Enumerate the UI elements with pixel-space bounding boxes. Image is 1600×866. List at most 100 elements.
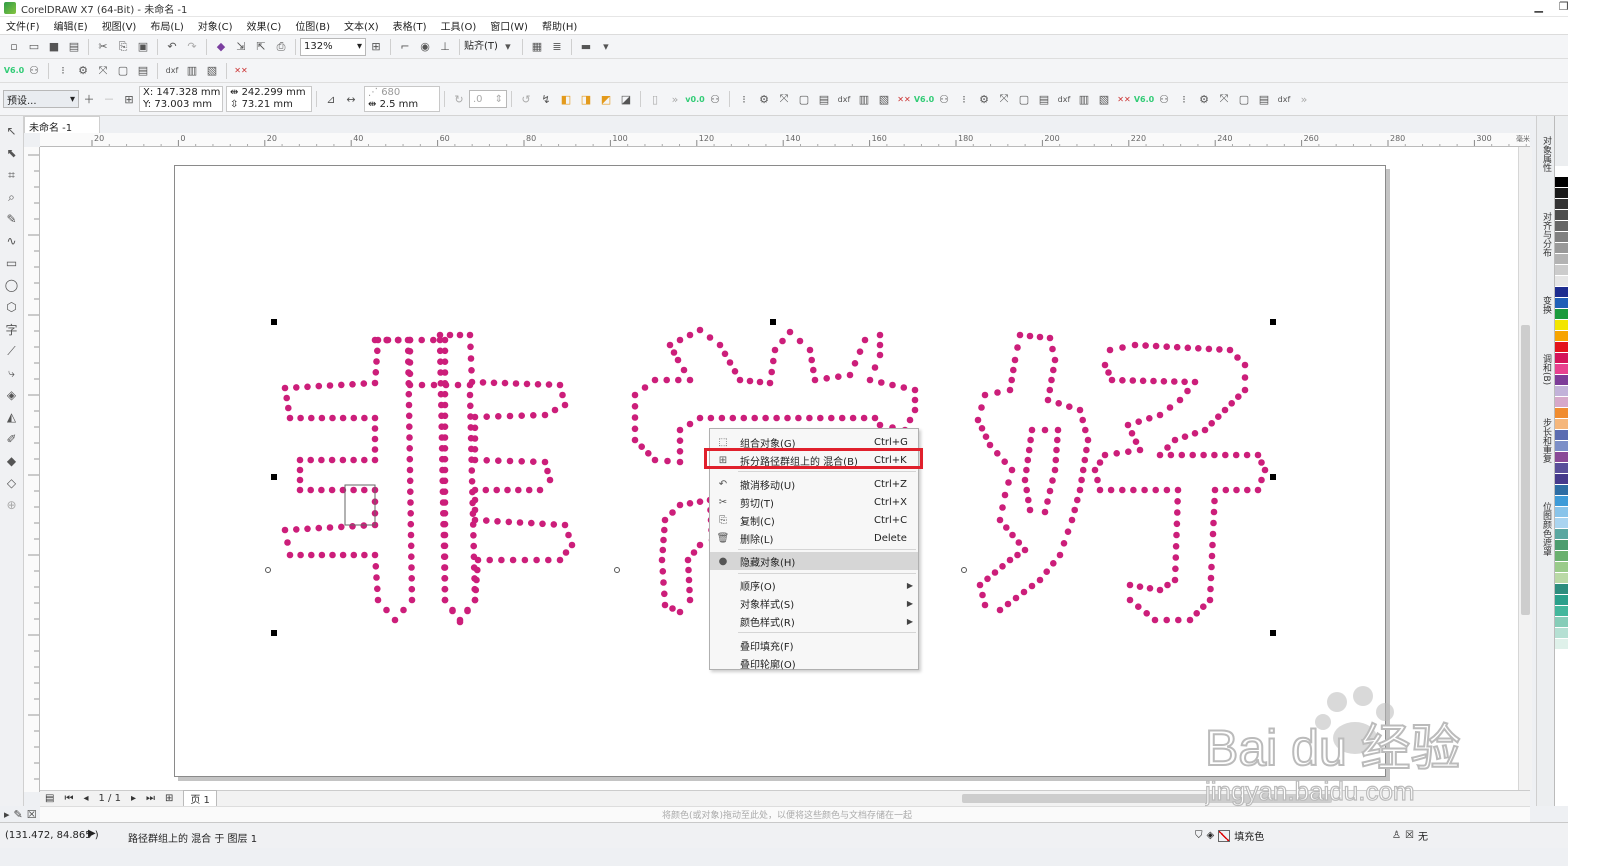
connector-tool-icon[interactable]: ⤷ [2,362,22,384]
color-swatch[interactable] [1555,584,1568,595]
color-swatch[interactable] [1555,342,1568,353]
delete-tool-icon[interactable]: ✕✕ [894,89,914,109]
blend-steps-input[interactable]: ⋰ 680 [368,87,436,99]
color-swatch[interactable] [1555,309,1568,320]
layers-icon[interactable]: ▧ [202,61,222,81]
menu-window[interactable]: 窗口(W) [490,18,528,33]
pick-tool-icon[interactable]: ↖ [2,120,22,142]
remove-preset-icon[interactable]: － [99,89,119,109]
color-swatch[interactable] [1555,375,1568,386]
layers-icon[interactable]: ▧ [1094,89,1114,109]
crop-tool-icon[interactable]: ⌗ [2,164,22,186]
color-swatch[interactable] [1555,397,1568,408]
full-screen-icon[interactable]: ⊞ [366,37,386,57]
context-menu-item[interactable]: 叠印填充(F) [710,636,918,654]
selection-handle[interactable] [1270,630,1276,636]
context-menu-item[interactable]: ✂ 剪切(T) Ctrl+X [710,493,918,511]
selection-handle[interactable] [1270,319,1276,325]
eyedropper-icon[interactable]: ✎ [14,808,23,821]
selection-handle[interactable] [770,319,776,325]
first-page-icon[interactable]: ⏮ [64,793,73,804]
context-menu-item[interactable]: 顺序(O) ▶ [710,576,918,594]
scale-tool-icon[interactable]: ⤧ [1214,89,1234,109]
color-swatch[interactable] [1555,639,1568,650]
align-tool-icon[interactable]: ⁝ [53,61,73,81]
x-position-input[interactable]: X: 147.328 mm [143,87,220,99]
stack-tool-icon[interactable]: ▤ [1034,89,1054,109]
application-launcher-icon[interactable]: ≣ [547,37,567,57]
stack-tool-icon[interactable]: ▤ [814,89,834,109]
ellipse-tool-icon[interactable]: ◯ [2,274,22,296]
zoom-tool-icon[interactable]: ⌕ [2,186,22,208]
object-origin-icon[interactable]: ⊞ [119,89,139,109]
color-swatch[interactable] [1555,617,1568,628]
color-swatch[interactable] [1555,166,1568,177]
selection-handle[interactable] [1270,474,1276,480]
color-swatch[interactable] [1555,265,1568,276]
docker-tab-bitmap-color-mask[interactable]: 位图颜色遮罩 [1539,502,1552,556]
add-tool-icon[interactable]: ⊕ [2,494,22,516]
play-icon[interactable]: ▸ [4,808,10,821]
color-swatch[interactable] [1555,485,1568,496]
menu-object[interactable]: 对象(C) [198,18,233,33]
cut-icon[interactable]: ✂ [93,37,113,57]
loop-blend-icon[interactable]: ↺ [516,89,536,109]
menu-view[interactable]: 视图(V) [102,18,137,33]
context-menu-item[interactable]: ● 隐藏对象(H) [710,552,918,570]
rectangle-tool-icon[interactable]: ▭ [2,252,22,274]
vector-plugin-icon[interactable]: V6.0 [4,61,24,81]
color-swatch[interactable] [1555,595,1568,606]
clockwise-blend-icon[interactable]: ◨ [576,89,596,109]
color-swatch[interactable] [1555,562,1568,573]
prev-page-icon[interactable]: ◂ [83,793,88,804]
chevron-down-icon[interactable]: ▾ [498,37,518,57]
shape-edit-tool-icon[interactable]: ⬉ [2,142,22,164]
blend-angle-input[interactable]: .0 ⇕ [469,90,507,108]
context-menu-item[interactable]: ↶ 撤消移动(U) Ctrl+Z [710,475,918,493]
object-node[interactable] [614,567,620,573]
play-icon[interactable]: ▶ [88,828,96,839]
color-swatch[interactable] [1555,452,1568,463]
direct-blend-icon[interactable]: ◧ [556,89,576,109]
selection-handle[interactable] [271,474,277,480]
color-swatch[interactable] [1555,188,1568,199]
zoom-combo[interactable]: 132% ▾ [300,37,366,56]
context-menu-item[interactable]: 🗑 删除(L) Delete [710,529,918,547]
menu-file[interactable]: 文件(F) [6,18,40,33]
monitor-icon[interactable]: ▬ [576,37,596,57]
open-folder-icon[interactable]: ▭ [24,37,44,57]
page-tab[interactable]: 页 1 [183,790,217,807]
scale-tool-icon[interactable]: ⤧ [994,89,1014,109]
toolbar-overflow-icon[interactable]: » [665,89,685,109]
docker-tab-object-properties[interactable]: 对象属性 [1539,136,1552,172]
docker-tab-transform[interactable]: 变换 [1539,296,1552,314]
color-swatch[interactable] [1555,518,1568,529]
color-swatch[interactable] [1555,474,1568,485]
vector-plugin-icon[interactable]: v0.0 [685,89,705,109]
options-icon[interactable]: ▦ [527,37,547,57]
no-outline-icon[interactable]: ☒ [1405,830,1414,841]
more-blend-options-icon[interactable]: ▯ [645,89,665,109]
add-preset-icon[interactable]: ＋ [79,89,99,109]
scale-tool-icon[interactable]: ⤧ [93,61,113,81]
preset-combo[interactable]: 预设... ▾ [3,90,79,108]
chevron-down-icon[interactable]: ▾ [596,37,616,57]
no-color-icon[interactable]: ☒ [27,808,37,821]
text-tool-icon[interactable]: dxf [1274,89,1294,109]
print-icon[interactable]: ▤ [64,37,84,57]
show-rulers-icon[interactable]: ⌐ [395,37,415,57]
selection-handle[interactable] [271,319,277,325]
users-icon[interactable]: ⚇ [705,89,725,109]
color-swatch[interactable] [1555,628,1568,639]
save-icon[interactable]: ■ [44,37,64,57]
blend-spacing-input[interactable]: ⇹ 2.5 mm [368,99,436,111]
menu-tools[interactable]: 工具(O) [441,18,477,33]
delete-tool-icon[interactable]: ✕✕ [231,61,251,81]
align-tool-icon[interactable]: ⁝ [1174,89,1194,109]
color-swatch[interactable] [1555,408,1568,419]
minimize-button[interactable]: ▁ [1534,0,1542,13]
blend-direction-icon[interactable]: ↻ [449,89,469,109]
color-swatch[interactable] [1555,529,1568,540]
menu-layout[interactable]: 布局(L) [150,18,183,33]
color-swatch[interactable] [1555,254,1568,265]
